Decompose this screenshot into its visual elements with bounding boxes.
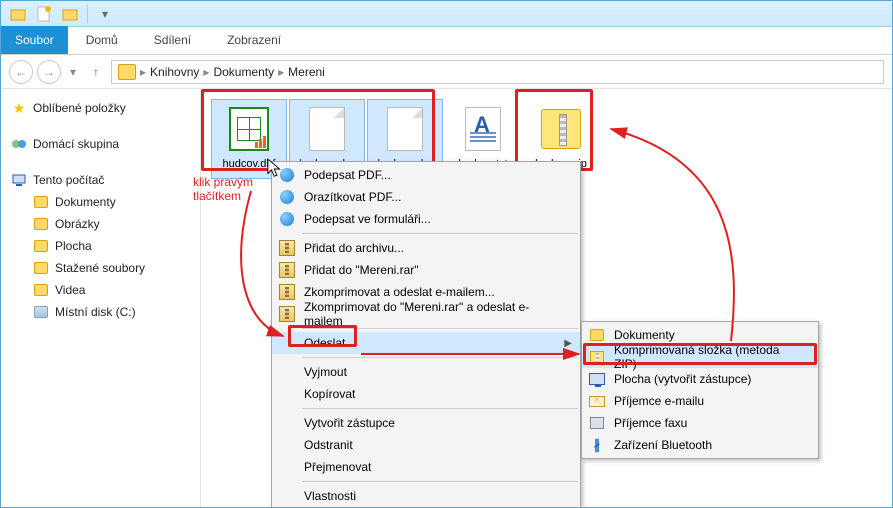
chevron-right-icon: ▸ — [203, 65, 209, 79]
sidebar-item-documents[interactable]: Dokumenty — [1, 191, 200, 213]
file-icon — [306, 106, 348, 152]
sendto-mail[interactable]: Příjemce e-mailu — [582, 390, 818, 412]
folder-icon — [588, 326, 606, 344]
sidebar-item-localdisk[interactable]: Místní disk (C:) — [1, 301, 200, 323]
homegroup-header[interactable]: Domácí skupina — [1, 133, 200, 155]
sidebar-item-downloads[interactable]: Stažené soubory — [1, 257, 200, 279]
text-file-icon: A — [462, 106, 504, 152]
breadcrumb-item[interactable]: Knihovny — [150, 65, 199, 79]
file-icon — [384, 106, 426, 152]
history-dropdown[interactable]: ▾ — [65, 60, 81, 84]
ribbon-tabs: Soubor Domů Sdílení Zobrazení — [1, 27, 892, 55]
fax-icon — [588, 414, 606, 432]
ctx-compress-rar-email[interactable]: Zkomprimovat do "Mereni.rar" a odeslat e… — [272, 303, 580, 325]
mail-icon — [588, 392, 606, 410]
pdf-icon — [278, 188, 296, 206]
sidebar-item-videos[interactable]: Videa — [1, 279, 200, 301]
archive-icon — [278, 283, 296, 301]
file-tab[interactable]: Soubor — [1, 26, 68, 54]
ctx-delete[interactable]: Odstranit — [272, 434, 580, 456]
sidebar-item-pictures[interactable]: Obrázky — [1, 213, 200, 235]
sendto-compressed-zip[interactable]: Komprimovaná složka (metoda ZIP) — [582, 346, 818, 368]
spreadsheet-icon — [228, 106, 270, 152]
chevron-right-icon: ▸ — [278, 65, 284, 79]
disk-icon — [33, 304, 49, 320]
explorer-window: ▾ Soubor Domů Sdílení Zobrazení ← → ▾ ↑ … — [0, 0, 893, 508]
desktop-icon — [588, 370, 606, 388]
ctx-add-archive[interactable]: Přidat do archivu... — [272, 237, 580, 259]
thispc-label: Tento počítač — [33, 173, 104, 187]
submenu-arrow-icon: ▶ — [564, 338, 572, 349]
window-icon — [9, 5, 27, 23]
sendto-desktop[interactable]: Plocha (vytvořit zástupce) — [582, 368, 818, 390]
homegroup-icon — [11, 136, 27, 152]
sendto-bluetooth[interactable]: ∦Zařízení Bluetooth — [582, 434, 818, 456]
ctx-rename[interactable]: Přejmenovat — [272, 456, 580, 478]
zip-icon — [588, 348, 606, 366]
sendto-submenu: Dokumenty Komprimovaná složka (metoda ZI… — [581, 321, 819, 459]
cursor-icon — [267, 158, 285, 180]
qa-dropdown-icon[interactable]: ▾ — [96, 5, 114, 23]
tab-view[interactable]: Zobrazení — [209, 26, 299, 54]
ctx-shortcut[interactable]: Vytvořit zástupce — [272, 412, 580, 434]
qa-separator — [87, 5, 88, 23]
zip-file-icon — [540, 106, 582, 152]
archive-icon — [278, 305, 296, 323]
tab-share[interactable]: Sdílení — [136, 26, 209, 54]
back-button[interactable]: ← — [9, 60, 33, 84]
folder-icon — [33, 238, 49, 254]
breadcrumb-item[interactable]: Dokumenty — [213, 65, 274, 79]
folder-icon — [33, 260, 49, 276]
qa-folder-icon[interactable] — [61, 5, 79, 23]
ctx-properties[interactable]: Vlastnosti — [272, 485, 580, 507]
context-menu: Podepsat PDF... Orazítkovat PDF... Podep… — [271, 161, 581, 508]
ctx-add-rar[interactable]: Přidat do "Mereni.rar" — [272, 259, 580, 281]
ctx-sign-pdf[interactable]: Podepsat PDF... — [272, 164, 580, 186]
thispc-header[interactable]: Tento počítač — [1, 169, 200, 191]
nav-tree: ★ Oblíbené položky Domácí skupina Te — [1, 89, 201, 508]
up-button[interactable]: ↑ — [85, 61, 107, 83]
breadcrumb-item[interactable]: Mereni — [288, 65, 325, 79]
sidebar-item-desktop[interactable]: Plocha — [1, 235, 200, 257]
folder-icon — [118, 64, 136, 80]
new-doc-icon[interactable] — [35, 5, 53, 23]
star-icon: ★ — [11, 100, 27, 116]
title-bar: ▾ — [1, 1, 892, 27]
ctx-stamp-pdf[interactable]: Orazítkovat PDF... — [272, 186, 580, 208]
blank-icon — [278, 334, 296, 352]
chevron-right-icon: ▸ — [140, 65, 146, 79]
archive-icon — [278, 239, 296, 257]
pdf-icon — [278, 210, 296, 228]
ctx-cut[interactable]: Vyjmout — [272, 361, 580, 383]
tab-home[interactable]: Domů — [68, 26, 136, 54]
folder-icon — [33, 216, 49, 232]
archive-icon — [278, 261, 296, 279]
ctx-send-to[interactable]: Odeslat ▶ — [272, 332, 580, 354]
forward-button[interactable]: → — [37, 60, 61, 84]
folder-icon — [33, 194, 49, 210]
folder-icon — [33, 282, 49, 298]
favorites-label: Oblíbené položky — [33, 101, 126, 115]
sendto-fax[interactable]: Příjemce faxu — [582, 412, 818, 434]
annotation-rightclick: klik pravým tlačítkem — [193, 175, 253, 203]
ctx-copy[interactable]: Kopírovat — [272, 383, 580, 405]
nav-bar: ← → ▾ ↑ ▸ Knihovny ▸ Dokumenty ▸ Mereni — [1, 55, 892, 89]
ctx-sign-form[interactable]: Podepsat ve formuláři... — [272, 208, 580, 230]
computer-icon — [11, 172, 27, 188]
homegroup-label: Domácí skupina — [33, 137, 119, 151]
address-bar[interactable]: ▸ Knihovny ▸ Dokumenty ▸ Mereni — [111, 60, 884, 84]
bluetooth-icon: ∦ — [588, 436, 606, 454]
favorites-header[interactable]: ★ Oblíbené položky — [1, 97, 200, 119]
